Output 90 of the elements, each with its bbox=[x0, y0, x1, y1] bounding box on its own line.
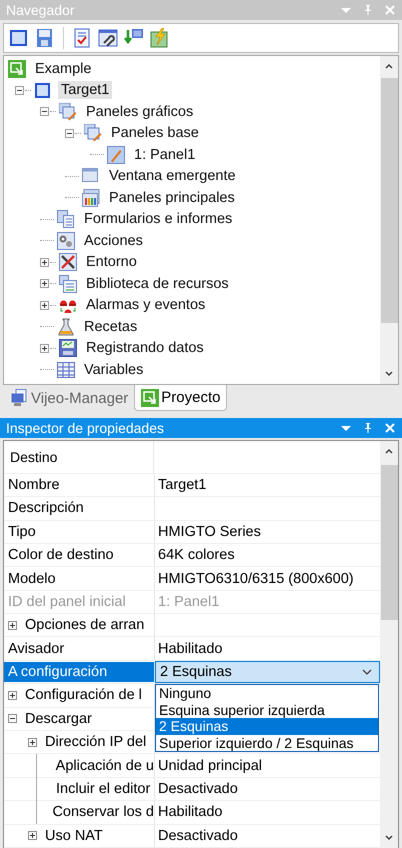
monitor-icon bbox=[11, 389, 29, 407]
tree-item[interactable]: Paneles gráficos bbox=[83, 102, 196, 121]
collapse-icon[interactable] bbox=[40, 107, 49, 116]
property-label[interactable]: Avisador bbox=[8, 638, 154, 659]
dropdown-option[interactable]: Ninguno bbox=[156, 685, 378, 702]
expand-icon[interactable] bbox=[40, 258, 49, 267]
tab[interactable]: Proyecto bbox=[134, 385, 228, 411]
expand-icon[interactable] bbox=[40, 344, 49, 353]
stacked-windows-icon bbox=[59, 102, 77, 121]
tree-item[interactable]: Entorno bbox=[83, 253, 140, 272]
tab[interactable]: Vijeo-Manager bbox=[5, 385, 134, 411]
tree-item[interactable]: Ventana emergente bbox=[106, 167, 239, 186]
documents-icon bbox=[57, 210, 75, 228]
property-value: Habilitado bbox=[158, 804, 222, 820]
tree-item[interactable]: Paneles principales bbox=[106, 188, 238, 207]
property-value: Habilitado bbox=[158, 640, 222, 657]
chart-icon bbox=[59, 339, 77, 358]
table-icon bbox=[57, 360, 75, 379]
dropdown-value: 2 Esquinas bbox=[160, 664, 232, 680]
property-value: Desactivado bbox=[158, 781, 238, 798]
expand-icon[interactable] bbox=[40, 279, 49, 288]
flask-icon bbox=[57, 318, 75, 336]
monitor-icon bbox=[34, 81, 52, 100]
expand-icon[interactable] bbox=[28, 831, 37, 840]
collapse-icon[interactable] bbox=[15, 86, 24, 95]
tree-item[interactable]: Formularios e informes bbox=[81, 210, 236, 228]
collapse-icon[interactable] bbox=[8, 714, 17, 724]
tree-item[interactable]: Example bbox=[32, 60, 94, 78]
scroll-down-icon[interactable] bbox=[384, 833, 394, 843]
tree-item[interactable]: Biblioteca de recursos bbox=[83, 274, 232, 293]
property-label[interactable]: Uso NAT bbox=[45, 826, 154, 846]
property-value: Target1 bbox=[158, 476, 206, 493]
panel-title: Navegador bbox=[6, 2, 74, 18]
property-label[interactable]: Aplicación de u bbox=[56, 756, 154, 776]
checklist-icon[interactable] bbox=[72, 28, 92, 48]
lightning-icon[interactable] bbox=[150, 28, 170, 48]
window-icon[interactable] bbox=[9, 28, 29, 48]
wrench-window-icon[interactable] bbox=[98, 28, 118, 48]
scrollbar-thumb[interactable] bbox=[380, 78, 398, 323]
scroll-down-icon[interactable] bbox=[384, 369, 394, 379]
property-label[interactable]: Modelo bbox=[8, 568, 154, 588]
dropdown-option[interactable]: Superior izquierdo / 2 Esquinas bbox=[156, 734, 378, 752]
property-value: HMIGTO Series bbox=[158, 524, 261, 540]
dropdown-field[interactable]: 2 Esquinas bbox=[155, 660, 380, 684]
category-label: Destino bbox=[4, 440, 154, 473]
gears-icon bbox=[57, 232, 75, 250]
property-label[interactable]: Tipo bbox=[8, 522, 154, 542]
tree-item[interactable]: Paneles base bbox=[108, 124, 202, 142]
tree-item[interactable]: Variables bbox=[81, 360, 146, 379]
property-value: 64K colores bbox=[158, 547, 235, 564]
tree-item[interactable]: Acciones bbox=[81, 232, 146, 250]
scroll-up-icon[interactable] bbox=[384, 61, 394, 71]
scrollbar-thumb[interactable] bbox=[380, 464, 398, 620]
tree-item[interactable]: Registrando datos bbox=[83, 339, 207, 358]
property-value: HMIGTO6310/6315 (800x600) bbox=[158, 570, 354, 586]
save-icon[interactable] bbox=[35, 28, 55, 48]
property-label[interactable]: Descripción bbox=[8, 498, 154, 518]
collapse-icon[interactable] bbox=[65, 128, 74, 138]
property-label[interactable]: Nombre bbox=[8, 474, 154, 495]
expand-icon[interactable] bbox=[8, 620, 17, 630]
property-label[interactable]: Color de destino bbox=[8, 545, 154, 566]
expand-icon[interactable] bbox=[28, 738, 37, 747]
project-icon bbox=[141, 388, 160, 406]
property-label[interactable]: Opciones de arran bbox=[25, 615, 154, 636]
property-label[interactable]: Configuración de l bbox=[25, 685, 154, 706]
panel-title: Inspector de propiedades bbox=[6, 420, 164, 436]
tree-item[interactable]: Alarmas y eventos bbox=[83, 296, 208, 314]
tools-icon bbox=[59, 253, 77, 272]
dropdown-option[interactable]: Esquina superior izquierda bbox=[156, 702, 378, 718]
property-label[interactable]: Incluir el editor bbox=[56, 779, 154, 800]
list-icon bbox=[59, 274, 77, 293]
pin-icon[interactable] bbox=[362, 422, 374, 434]
property-value: 1: Panel1 bbox=[158, 594, 220, 610]
dropdown-option[interactable]: 2 Esquinas bbox=[156, 718, 378, 735]
brush-icon bbox=[107, 146, 125, 164]
tree-item[interactable]: 1: Panel1 bbox=[131, 146, 198, 164]
property-value: Unidad principal bbox=[158, 758, 262, 774]
property-label[interactable]: A configuración bbox=[4, 662, 154, 682]
bar-chart-icon bbox=[82, 188, 100, 207]
project-icon bbox=[8, 60, 26, 78]
tree-item[interactable]: Recetas bbox=[81, 318, 140, 336]
tree-item[interactable]: Target1 bbox=[58, 81, 112, 100]
property-value: Desactivado bbox=[158, 828, 238, 844]
expand-icon[interactable] bbox=[40, 300, 49, 310]
property-label[interactable]: Descargar bbox=[25, 708, 154, 729]
property-label[interactable]: Conservar los d bbox=[52, 802, 154, 822]
close-icon[interactable] bbox=[384, 422, 396, 434]
expand-icon[interactable] bbox=[8, 690, 17, 700]
stacked-windows-icon bbox=[84, 124, 102, 142]
property-label[interactable]: Dirección IP del bbox=[45, 732, 154, 752]
